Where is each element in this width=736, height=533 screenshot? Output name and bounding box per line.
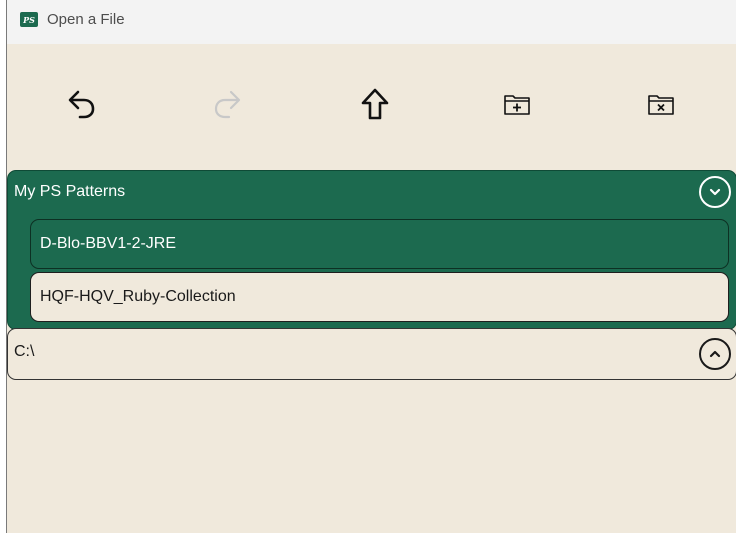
folder-plus-icon: [504, 95, 530, 115]
redo-icon: [214, 90, 241, 119]
chevron-up-icon: [709, 350, 721, 358]
folder-panel: My PS Patterns D-Blo-BBV1-2-JRE HQF-HQV_…: [7, 170, 736, 330]
undo-icon: [68, 90, 95, 119]
open-file-window: PS Open a File My PS Patterns D-Blo-BBV1…: [6, 0, 736, 533]
window-title: Open a File: [47, 11, 125, 28]
folder-item-label: D-Blo-BBV1-2-JRE: [40, 235, 177, 252]
folder-item-label: HQF-HQV_Ruby-Collection: [40, 288, 236, 305]
drive-label: C:\: [14, 343, 35, 360]
app-logo-icon: PS: [20, 12, 38, 27]
undo-button[interactable]: [62, 84, 102, 124]
folder-panel-collapse-button[interactable]: [699, 176, 731, 208]
arrow-up-icon: [361, 88, 389, 120]
drive-panel-expand-button[interactable]: [699, 338, 731, 370]
toolbar: [7, 44, 736, 168]
drive-panel[interactable]: C:\: [7, 328, 736, 380]
delete-folder-button[interactable]: [641, 84, 681, 124]
title-bar: PS Open a File: [7, 0, 736, 44]
chevron-down-icon: [709, 188, 721, 196]
up-folder-button[interactable]: [355, 84, 395, 124]
redo-button[interactable]: [207, 84, 247, 124]
folder-panel-title: My PS Patterns: [14, 183, 126, 200]
new-folder-button[interactable]: [497, 84, 537, 124]
folder-x-icon: [648, 95, 674, 115]
folder-item[interactable]: HQF-HQV_Ruby-Collection: [30, 272, 729, 322]
folder-item-selected[interactable]: D-Blo-BBV1-2-JRE: [30, 219, 729, 269]
